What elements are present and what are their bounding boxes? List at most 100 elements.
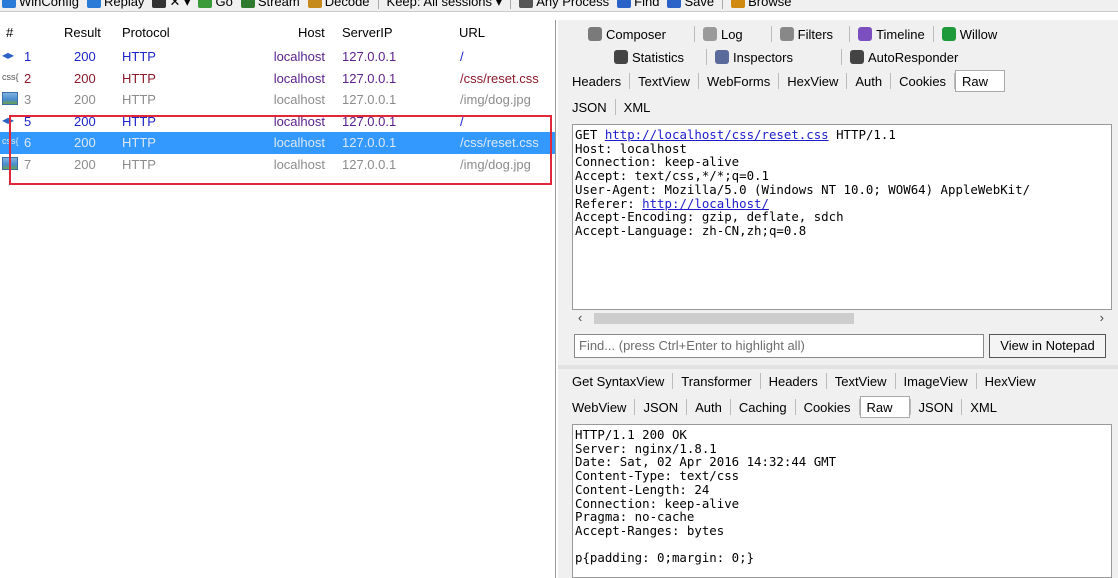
tab-headers[interactable]: Headers (564, 70, 629, 92)
tab-cookies[interactable]: Cookies (891, 70, 954, 92)
tab-label: Auth (855, 73, 883, 89)
inspector-panel: Composer Log Filters Timeline Willow Statist… (558, 20, 1118, 578)
tab-statistics[interactable]: Statistics (606, 46, 692, 68)
toolbar-separator (377, 0, 379, 9)
tab-get-syntaxview[interactable]: Get SyntaxView (564, 370, 672, 392)
tab-label: TextView (834, 373, 887, 389)
tab-webforms[interactable]: WebForms (699, 70, 778, 92)
tab-inspectors[interactable]: Inspectors (707, 46, 801, 68)
tab-textview[interactable]: TextView (827, 370, 895, 392)
scroll-left-icon[interactable]: ‹ (578, 310, 582, 325)
response-raw-text[interactable]: HTTP/1.1 200 OK Server: nginx/1.8.1 Date… (572, 424, 1112, 578)
scroll-right-icon[interactable]: › (1100, 310, 1104, 325)
tab-label: JSON (572, 99, 607, 115)
view-in-notepad-button[interactable]: View in Notepad (989, 334, 1106, 358)
tab-transformer[interactable]: Transformer (673, 370, 759, 392)
toolbar-label: WinConfig (19, 0, 79, 9)
panel-splitter[interactable] (558, 365, 1118, 369)
column-header-number[interactable]: # (6, 25, 13, 40)
result-code: 200 (74, 49, 96, 64)
request-line: Accept-Language: zh-CN,zh;q=0.8 (575, 224, 1109, 238)
tab-label: Inspectors (733, 49, 793, 65)
toolbar-stream[interactable]: Stream (240, 0, 300, 9)
request-tabs-row1: Headers TextView WebForms HexView Auth Cookie… (564, 70, 1006, 92)
table-row[interactable]: css{2 200 HTTP localhost 127.0.0.1/css/reset… (0, 68, 555, 90)
tab-autoresponder[interactable]: AutoResponder (842, 46, 966, 68)
table-row[interactable]: ◂▸ 1 200 HTTP localhost 127.0.0.1 / (0, 46, 555, 68)
response-tabs-row2: WebView JSON Auth Caching Cookies Raw JSON XML (564, 396, 1005, 418)
toolbar-label: Browse (748, 0, 792, 9)
tab-raw[interactable]: Raw (955, 70, 1006, 92)
fiddler-window: WinConfig Replay ✕ ▾ Go Stream Decode Keep: Al… (0, 0, 1118, 578)
toolbar-label: Decode (324, 0, 370, 9)
tab-timeline[interactable]: Timeline (850, 22, 933, 46)
column-header-server-ip[interactable]: ServerIP (342, 25, 393, 40)
toolbar-any-process[interactable]: Any Process (519, 0, 609, 9)
toolbar-decode[interactable]: Decode (307, 0, 370, 9)
toolbar-replay[interactable]: Replay (86, 0, 145, 9)
session-list[interactable]: # Result Protocol Host ServerIP URL ◂▸ 1 2… (0, 20, 556, 578)
tab-json[interactable]: JSON (635, 396, 686, 418)
tab-auth[interactable]: Auth (847, 70, 890, 92)
tab-raw[interactable]: Raw (859, 396, 910, 418)
tab-imageview[interactable]: ImageView (896, 370, 976, 392)
column-header-result[interactable]: Result (64, 25, 101, 40)
toolbar-label: Replay (103, 0, 145, 9)
column-header-url[interactable]: URL (459, 25, 485, 40)
server-ip: 127.0.0.1 (342, 70, 397, 86)
tab-cookies[interactable]: Cookies (796, 396, 859, 418)
protocol: HTTP (122, 92, 156, 107)
tab-log[interactable]: Log (695, 22, 751, 46)
tab-filters[interactable]: Filters (772, 22, 841, 46)
column-header-protocol[interactable]: Protocol (122, 25, 170, 40)
tab-json[interactable]: JSON (564, 96, 615, 118)
tab-label: Log (720, 26, 743, 42)
request-line: Accept-Encoding: gzip, deflate, sdch (575, 210, 1109, 224)
tab-willow[interactable]: Willow (934, 22, 1006, 46)
tab-caching[interactable]: Caching (731, 396, 795, 418)
tab-xml[interactable]: XML (962, 396, 1005, 418)
tab-composer[interactable]: Composer (580, 22, 674, 46)
toolbar-keep-all-sessions[interactable]: Keep: All sessions ▾ (387, 0, 503, 10)
remove-icon (152, 0, 167, 8)
tab-label: Composer (606, 26, 666, 42)
toolbar-label: ✕ ▾ (169, 0, 191, 9)
tab-json[interactable]: JSON (911, 396, 962, 418)
toolbar-winconfig[interactable]: WinConfig (2, 0, 79, 9)
find-input[interactable]: Find... (press Ctrl+Enter to highlight a… (574, 334, 984, 358)
request-raw-text[interactable]: GET http://localhost/css/reset.css HTTP/… (572, 124, 1112, 310)
tab-label: JSON (643, 399, 679, 415)
response-tabs-row1: Get SyntaxView Transformer Headers TextView… (564, 370, 1044, 392)
tab-hexview[interactable]: HexView (977, 370, 1044, 392)
tab-label: Headers (768, 373, 818, 389)
tab-label: WebForms (706, 73, 771, 89)
toolbar-label: Go (215, 0, 233, 9)
toolbar-go[interactable]: Go (198, 0, 233, 9)
tab-auth[interactable]: Auth (687, 396, 730, 418)
tab-label: Cookies (803, 399, 851, 415)
tab-label: Get SyntaxView (572, 373, 665, 389)
tab-hexview[interactable]: HexView (779, 70, 846, 92)
scrollbar-thumb[interactable] (594, 313, 854, 324)
image-icon (2, 92, 18, 105)
tab-label: Auth (695, 399, 722, 415)
table-row[interactable]: 3 200 HTTP localhost 127.0.0.1/img/dog.jpg (0, 89, 555, 111)
request-line: Accept: text/css,*/*;q=0.1 (575, 169, 1109, 183)
toolbar-find[interactable]: Find (617, 0, 659, 9)
server-ip: 127.0.0.1 (342, 49, 397, 64)
tab-label: Caching (738, 399, 787, 415)
tab-label: JSON (918, 399, 954, 415)
toolbar-item-2[interactable]: ✕ ▾ (152, 0, 190, 10)
tab-label: WebView (572, 399, 627, 415)
column-header-host[interactable]: Host (298, 25, 325, 40)
tab-webview[interactable]: WebView (564, 396, 634, 418)
request-version: HTTP/1.1 (828, 127, 896, 142)
toolbar-browse[interactable]: Browse (731, 0, 791, 9)
tab-textview[interactable]: TextView (630, 70, 698, 92)
horizontal-scrollbar[interactable]: ‹ › (572, 310, 1112, 327)
toolbar-save[interactable]: Save (667, 0, 714, 9)
tab-label: TextView (638, 73, 690, 89)
tab-label: HexView (787, 73, 839, 89)
tab-xml[interactable]: XML (616, 96, 659, 118)
tab-headers[interactable]: Headers (761, 370, 826, 392)
